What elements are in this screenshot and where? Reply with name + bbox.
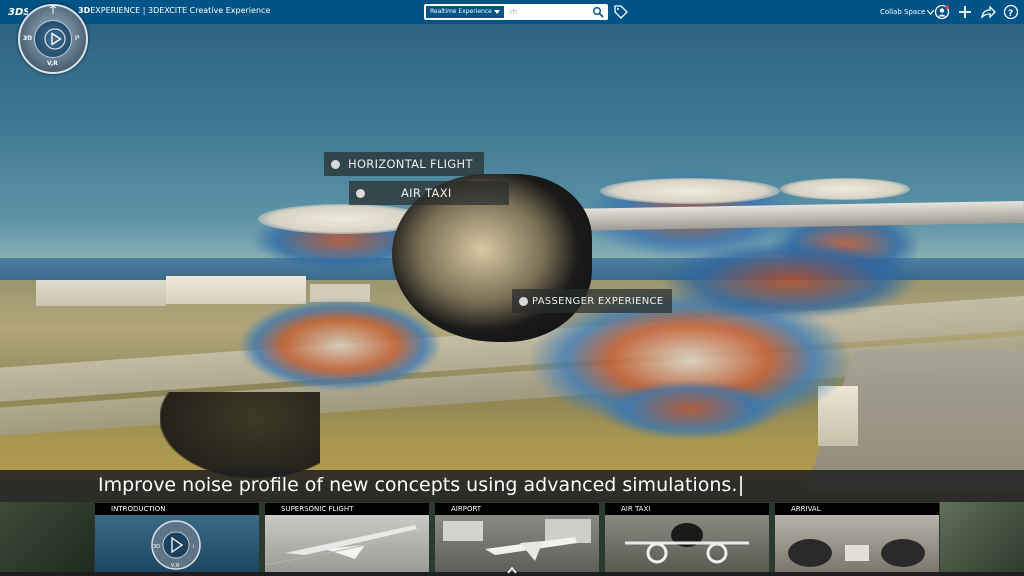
hotspot-air-taxi[interactable]: AIR TAXI bbox=[349, 181, 509, 205]
hotspot-dot bbox=[519, 296, 528, 306]
app-suffix: | 3DEXCITE Creative Experience bbox=[140, 6, 271, 15]
hotspot-dot bbox=[331, 159, 340, 169]
compass-3d-label: 3D bbox=[23, 35, 33, 42]
chapter-air-taxi[interactable]: AIR TAXI bbox=[605, 503, 769, 572]
hangar-building bbox=[166, 276, 306, 304]
chapter-thumbnail bbox=[605, 515, 769, 572]
search-filter-label: Realtime Experience bbox=[430, 8, 492, 15]
chapter-thumbnail bbox=[775, 515, 939, 572]
plus-icon[interactable] bbox=[957, 4, 973, 20]
strip-left-scenery bbox=[0, 502, 94, 572]
svg-text:3D: 3D bbox=[153, 544, 160, 550]
rotor-right-front bbox=[600, 178, 780, 204]
caption-label: Improve noise profile of new concepts us… bbox=[98, 474, 738, 496]
hotspot-label: PASSENGER EXPERIENCE bbox=[532, 295, 664, 307]
collab-space-label: Collab Space bbox=[880, 8, 926, 16]
svg-text:V,R: V,R bbox=[171, 563, 180, 569]
air-taxi-icon bbox=[625, 523, 749, 564]
compass-play-button[interactable] bbox=[34, 20, 72, 58]
search-bar: Realtime Experience bbox=[424, 4, 608, 20]
chapter-thumbnail bbox=[265, 515, 429, 572]
collab-space-dropdown[interactable]: Collab Space bbox=[880, 8, 935, 16]
hotspot-label: HORIZONTAL FLIGHT bbox=[348, 157, 473, 171]
help-icon[interactable]: ? bbox=[1003, 4, 1019, 20]
chapter-arrival[interactable]: ARRIVAL bbox=[775, 503, 939, 572]
user-icon[interactable] bbox=[934, 4, 950, 20]
hotspot-dot bbox=[356, 188, 365, 198]
app-title: 3DEXPERIENCE | 3DEXCITE Creative Experie… bbox=[78, 6, 270, 15]
compass-vr-label: V,R bbox=[47, 60, 58, 67]
strip-right-scenery bbox=[940, 502, 1024, 572]
compass-thumbnail-icon: 3D i V,R bbox=[151, 520, 201, 570]
svg-text:i: i bbox=[193, 544, 194, 550]
share-icon[interactable] bbox=[980, 4, 996, 20]
airport-icon bbox=[443, 519, 591, 561]
search-icon[interactable] bbox=[592, 6, 604, 18]
chapter-introduction[interactable]: INTRODUCTION 3D i V,R bbox=[95, 503, 259, 572]
supersonic-jet-icon bbox=[265, 525, 429, 566]
chapter-thumbnail: 3D i V,R bbox=[95, 515, 259, 572]
app-brand: 3D bbox=[78, 6, 91, 15]
chevron-down-icon bbox=[493, 10, 500, 14]
search-filter-dropdown[interactable]: Realtime Experience bbox=[426, 6, 504, 18]
chapter-supersonic-flight[interactable]: SUPERSONIC FLIGHT bbox=[265, 503, 429, 572]
compass-i3-label: i³ bbox=[75, 35, 80, 42]
chapter-title: SUPERSONIC FLIGHT bbox=[265, 503, 429, 515]
terminal-building bbox=[36, 280, 166, 306]
compass-top-icon bbox=[49, 5, 57, 14]
search-input[interactable] bbox=[507, 7, 602, 17]
svg-text:?: ? bbox=[1008, 9, 1013, 19]
rotor-right-rear bbox=[780, 178, 910, 200]
hotspot-horizontal-flight[interactable]: HORIZONTAL FLIGHT bbox=[324, 152, 484, 176]
chapter-title: ARRIVAL bbox=[775, 503, 939, 515]
play-icon bbox=[44, 28, 66, 50]
text-cursor bbox=[740, 475, 743, 496]
chapter-title: AIR TAXI bbox=[605, 503, 769, 515]
chapter-title: INTRODUCTION bbox=[95, 503, 259, 515]
chapter-thumbnail bbox=[435, 515, 599, 572]
compass-widget[interactable]: 3D i³ V,R bbox=[18, 4, 88, 74]
chapter-airport[interactable]: AIRPORT bbox=[435, 503, 599, 572]
chevron-up-icon[interactable] bbox=[507, 566, 517, 574]
lounge-icon bbox=[788, 539, 925, 567]
hotspot-passenger-experience[interactable]: PASSENGER EXPERIENCE bbox=[512, 289, 672, 313]
tag-icon[interactable] bbox=[614, 5, 628, 19]
top-bar: 3DS 3DEXPERIENCE | 3DEXCITE Creative Exp… bbox=[0, 0, 1024, 24]
hotspot-label: AIR TAXI bbox=[401, 186, 452, 200]
chapter-title: AIRPORT bbox=[435, 503, 599, 515]
app-name: EXPERIENCE bbox=[90, 6, 141, 15]
caption-text: Improve noise profile of new concepts us… bbox=[98, 474, 743, 496]
trees bbox=[160, 392, 320, 478]
